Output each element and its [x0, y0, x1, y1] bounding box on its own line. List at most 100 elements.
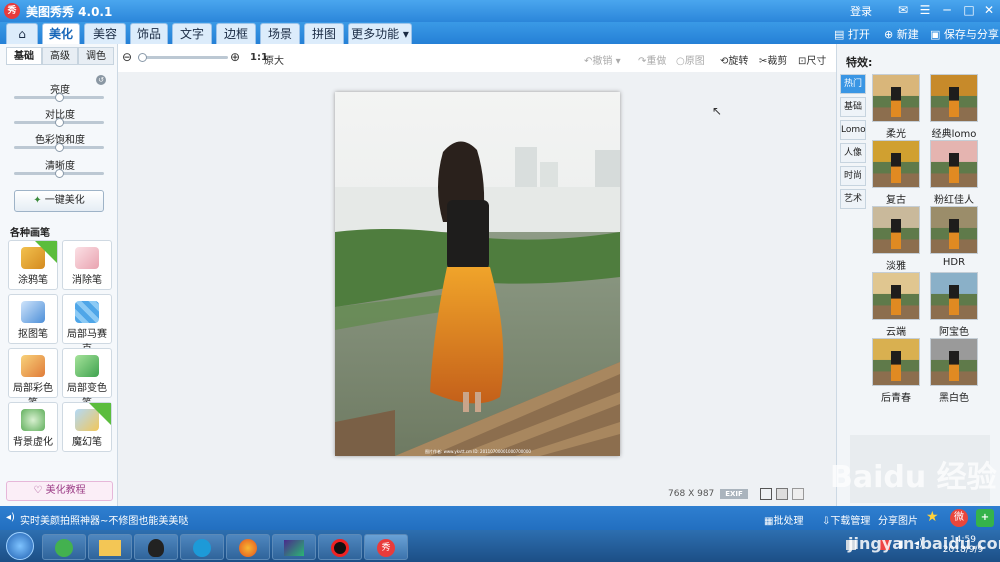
maximize-button[interactable]: □	[960, 2, 978, 18]
open-button[interactable]: ▤ 打开	[834, 26, 870, 42]
fullscreen-icon[interactable]	[792, 488, 804, 500]
start-button[interactable]	[6, 532, 34, 560]
photo-image: 图片作者: www.ykvtt.cm ID: 20110700001000700…	[335, 92, 620, 456]
effect-thumbnail[interactable]	[872, 338, 920, 386]
zoom-slider[interactable]	[138, 53, 228, 62]
resize-label: 尺寸	[806, 56, 827, 67]
brush-doodle[interactable]: 涂鸦笔	[8, 240, 58, 290]
subtab-advanced[interactable]: 高级	[42, 47, 78, 65]
fx-tab-fashion[interactable]: 时尚	[840, 166, 866, 186]
effect-thumbnail[interactable]	[872, 272, 920, 320]
brush-cutout[interactable]: 抠图笔	[8, 294, 58, 344]
tutorial-deco-icon: ♡	[33, 485, 46, 496]
exif-button[interactable]: EXIF	[720, 489, 748, 499]
taskbar-firefox-icon[interactable]	[226, 534, 270, 560]
thumbnail-figure	[949, 351, 959, 381]
brush-background-blur[interactable]: 背景虚化	[8, 402, 58, 452]
brush-mosaic[interactable]: 局部马赛克	[62, 294, 112, 355]
effect-thumbnail[interactable]	[930, 140, 978, 188]
taskbar-app-icon[interactable]	[272, 534, 316, 560]
folder-icon: ▤	[834, 28, 845, 41]
close-button[interactable]: ✕	[980, 2, 998, 18]
effect-thumbnail[interactable]	[930, 338, 978, 386]
tutorial-button[interactable]: ♡ 美化教程	[6, 481, 113, 501]
tab-face[interactable]: 美容	[84, 23, 126, 44]
brush-local-color[interactable]: 局部彩色笔	[8, 348, 58, 409]
fx-tab-lomo[interactable]: Lomo	[840, 120, 866, 140]
effect-thumbnail[interactable]	[872, 140, 920, 188]
brush-magic[interactable]: 魔幻笔	[62, 402, 112, 452]
brightness-slider[interactable]	[14, 93, 104, 102]
download-button[interactable]: ⇩下载管理	[822, 512, 870, 527]
message-icon[interactable]: ✉	[894, 2, 912, 18]
brushes-title: 各种画笔	[10, 228, 50, 239]
effect-thumbnail[interactable]	[872, 74, 920, 122]
rotate-button[interactable]: ⟲旋转	[720, 52, 748, 67]
tab-scene[interactable]: 场景	[260, 23, 300, 44]
login-link[interactable]: 登录	[850, 3, 872, 19]
baidu-watermark-url: jingyan.baidu.com	[848, 534, 1000, 553]
saturation-knob[interactable]	[55, 143, 64, 152]
zoom-in-icon[interactable]: ⊕	[230, 50, 240, 64]
brush-color-change[interactable]: 局部变色笔	[62, 348, 112, 409]
original-button[interactable]: ○原图	[676, 52, 705, 67]
tab-more[interactable]: 更多功能 ▾	[348, 23, 412, 44]
edited-photo[interactable]: 图片作者: www.ykvtt.cm ID: 20110700001000700…	[335, 92, 620, 456]
subtab-basic[interactable]: 基础	[6, 47, 42, 65]
zoom-out-icon[interactable]: ⊖	[122, 50, 132, 64]
tab-more-label: 更多功能	[351, 27, 400, 41]
effect-thumbnail[interactable]	[930, 272, 978, 320]
undo-button[interactable]: ↶撤销 ▾	[584, 52, 621, 67]
tutorial-label: 美化教程	[45, 485, 86, 496]
tab-text[interactable]: 文字	[172, 23, 212, 44]
brush-label: 魔幻笔	[72, 437, 102, 448]
zoom-knob[interactable]	[138, 53, 147, 62]
effect-thumbnail[interactable]	[930, 74, 978, 122]
fx-tab-art[interactable]: 艺术	[840, 189, 866, 209]
taskbar-explorer-icon[interactable]	[88, 534, 132, 560]
tab-beautify[interactable]: 美化	[42, 23, 80, 44]
save-share-button[interactable]: ▣ 保存与分享	[930, 26, 999, 42]
compare-view-icon[interactable]	[760, 488, 772, 500]
brush-eraser[interactable]: 消除笔	[62, 240, 112, 290]
share-image-button[interactable]: 分享图片	[878, 512, 918, 527]
status-message[interactable]: 实时美颜拍照神器~不修图也能美美哒	[20, 512, 188, 527]
crop-button[interactable]: ✂裁剪	[759, 52, 787, 67]
new-button[interactable]: ⊕ 新建	[884, 26, 919, 42]
batch-button[interactable]: ▦批处理	[764, 512, 803, 527]
sharpness-knob[interactable]	[55, 169, 64, 178]
star-icon[interactable]: ★	[926, 509, 939, 525]
tab-accessories[interactable]: 饰品	[130, 23, 168, 44]
one-key-beautify-button[interactable]: ✦ 一键美化	[14, 190, 104, 212]
subtab-color[interactable]: 调色	[78, 47, 114, 65]
title-bar: 秀 美图秀秀 4.0.1 登录 ✉ ☰ ─ □ ✕	[0, 0, 1000, 22]
fx-tab-basic[interactable]: 基础	[840, 97, 866, 117]
taskbar-media-icon[interactable]	[180, 534, 224, 560]
saturation-slider[interactable]	[14, 143, 104, 152]
taskbar-qq-icon[interactable]	[134, 534, 178, 560]
effect-thumbnail[interactable]	[872, 206, 920, 254]
brush-label: 涂鸦笔	[18, 275, 48, 286]
brightness-knob[interactable]	[55, 93, 64, 102]
resize-button[interactable]: ⊡尺寸	[798, 52, 826, 67]
fx-tab-hot[interactable]: 热门	[840, 74, 866, 94]
add-icon[interactable]: +	[976, 509, 994, 527]
batch-label: 批处理	[773, 516, 804, 527]
tab-collage[interactable]: 拼图	[304, 23, 344, 44]
skin-icon[interactable]: ☰	[916, 2, 934, 18]
home-tab[interactable]: ⌂	[6, 23, 38, 44]
fx-tab-portrait[interactable]: 人像	[840, 143, 866, 163]
taskbar-360-icon[interactable]	[42, 534, 86, 560]
single-view-icon[interactable]	[776, 488, 788, 500]
taskbar-meitu-icon[interactable]: 秀	[364, 534, 408, 560]
brush-label: 背景虚化	[13, 437, 53, 448]
sharpness-slider[interactable]	[14, 169, 104, 178]
taskbar-record-icon[interactable]	[318, 534, 362, 560]
contrast-slider[interactable]	[14, 118, 104, 127]
minimize-button[interactable]: ─	[938, 2, 956, 18]
contrast-knob[interactable]	[55, 118, 64, 127]
weibo-icon[interactable]: 微	[950, 509, 968, 527]
tab-border[interactable]: 边框	[216, 23, 256, 44]
effect-thumbnail[interactable]	[930, 206, 978, 254]
redo-button[interactable]: ↷重做	[638, 52, 666, 67]
